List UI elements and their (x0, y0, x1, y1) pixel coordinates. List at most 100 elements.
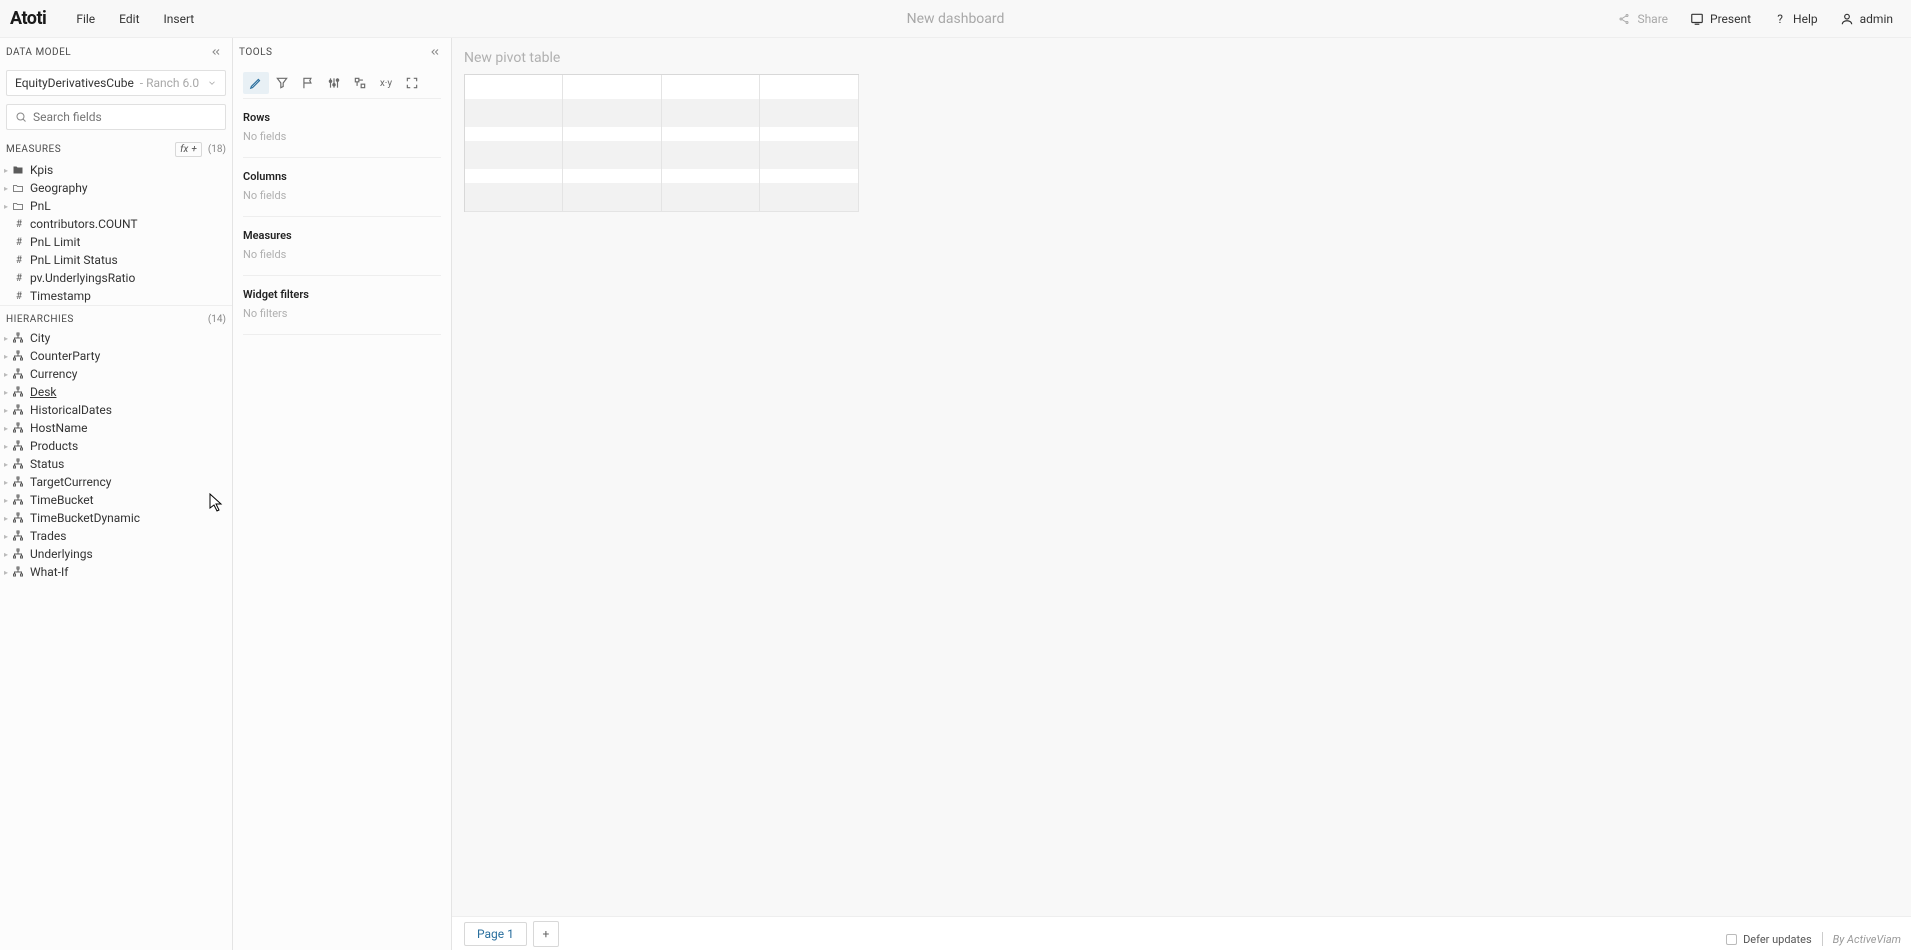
hierarchy-label: Desk (30, 385, 57, 399)
hierarchy-item[interactable]: ▸TargetCurrency (0, 473, 232, 491)
measures-count: (18) (208, 144, 226, 155)
present-icon (1690, 12, 1704, 26)
caret-icon: ▸ (4, 496, 12, 505)
hierarchy-item[interactable]: ▸TimeBucketDynamic (0, 509, 232, 527)
measure-item[interactable]: # pv.UnderlyingsRatio (0, 269, 232, 287)
share-icon (1617, 12, 1631, 26)
hierarchy-icon (12, 458, 26, 470)
hierarchy-item[interactable]: ▸Currency (0, 365, 232, 383)
collapse-data-model-button[interactable] (208, 44, 224, 60)
hierarchy-label: Currency (30, 367, 77, 381)
user-icon (1840, 12, 1854, 26)
menu-edit[interactable]: Edit (109, 8, 149, 30)
defer-label: Defer updates (1743, 933, 1812, 946)
xy-button[interactable]: x·y (373, 72, 399, 94)
measures-title: MEASURES (6, 144, 61, 155)
hierarchy-item[interactable]: ▸Status (0, 455, 232, 473)
pencil-button[interactable] (243, 72, 269, 94)
hierarchy-icon (12, 566, 26, 578)
plus-icon: + (191, 144, 197, 155)
fx-button[interactable]: fx + (175, 142, 202, 157)
hierarchy-item[interactable]: ▸HistoricalDates (0, 401, 232, 419)
hierarchy-item[interactable]: ▸ TimeBucket (0, 491, 232, 509)
hierarchy-item[interactable]: ▸HostName (0, 419, 232, 437)
axis-swap-icon (353, 76, 367, 90)
caret-icon: ▸ (4, 550, 12, 559)
hierarchies-title: HIERARCHIES (6, 314, 74, 325)
search-icon (15, 111, 27, 123)
measure-item[interactable]: ▸PnL (0, 197, 232, 215)
caret-icon: ▸ (4, 532, 12, 541)
hierarchy-label: TargetCurrency (30, 475, 111, 489)
share-button[interactable]: Share (1609, 8, 1676, 30)
widget-title[interactable]: New pivot table (464, 50, 1899, 66)
filter-button[interactable] (269, 72, 295, 94)
pivot-skeleton (464, 74, 859, 212)
sliders-button[interactable] (321, 72, 347, 94)
share-label: Share (1637, 12, 1668, 26)
measure-label: PnL Limit Status (30, 253, 118, 267)
status-bar: Defer updates By ActiveViam (1716, 928, 1911, 950)
hierarchy-icon (12, 494, 26, 506)
hierarchy-label: TimeBucket (30, 493, 94, 507)
widget-area[interactable]: New pivot table (452, 38, 1911, 916)
tools-title: TOOLS (239, 47, 272, 58)
measure-item[interactable]: ▸Kpis (0, 161, 232, 179)
expand-icon (405, 76, 419, 90)
measure-item[interactable]: #contributors.COUNT (0, 215, 232, 233)
hierarchy-item[interactable]: ▸What-If (0, 563, 232, 581)
measure-item[interactable]: #PnL Limit (0, 233, 232, 251)
tool-section-title: Rows (243, 111, 441, 124)
defer-checkbox[interactable] (1726, 934, 1737, 945)
chevron-down-icon (207, 78, 217, 88)
add-page-button[interactable]: + (533, 921, 559, 947)
tool-section[interactable]: Widget filtersNo filters (243, 276, 441, 335)
axis-swap-button[interactable] (347, 72, 373, 94)
measure-label: PnL Limit (30, 235, 80, 249)
expand-button[interactable] (399, 72, 425, 94)
flag-icon (301, 76, 315, 90)
tool-section[interactable]: MeasuresNo fields (243, 217, 441, 276)
hierarchy-icon (12, 440, 26, 452)
hierarchy-label: HostName (30, 421, 88, 435)
hierarchy-icon (12, 368, 26, 380)
measure-item[interactable]: #Timestamp (0, 287, 232, 305)
page-tab-1[interactable]: Page 1 (464, 922, 527, 946)
hierarchies-tree: ▸City▸CounterParty▸Currency▸Desk▸Histori… (0, 329, 232, 950)
canvas: New pivot table Page 1 + (452, 38, 1911, 950)
hierarchy-icon (12, 350, 26, 362)
flag-button[interactable] (295, 72, 321, 94)
menu-file[interactable]: File (66, 8, 105, 30)
measure-label: pv.UnderlyingsRatio (30, 271, 135, 285)
hierarchy-item[interactable]: ▸CounterParty (0, 347, 232, 365)
present-button[interactable]: Present (1682, 8, 1759, 30)
hierarchy-label: Trades (30, 529, 66, 543)
hierarchy-item[interactable]: ▸Underlyings (0, 545, 232, 563)
hierarchy-item[interactable]: ▸ Trades (0, 527, 232, 545)
hierarchy-icon (12, 476, 26, 488)
search-input[interactable] (33, 110, 217, 124)
hierarchy-item[interactable]: ▸City (0, 329, 232, 347)
tools-header: TOOLS (233, 38, 451, 66)
collapse-tools-button[interactable] (427, 44, 443, 60)
data-model-panel: DATA MODEL EquityDerivativesCube - Ranch… (0, 38, 233, 950)
measure-label: PnL (30, 199, 51, 213)
top-bar: Atoti File Edit Insert New dashboard Sha… (0, 0, 1911, 38)
measures-tree: ▸Kpis▸Geography▸PnL#contributors.COUNT#P… (0, 161, 232, 305)
hierarchy-item[interactable]: ▸Products (0, 437, 232, 455)
user-menu[interactable]: admin (1832, 8, 1901, 30)
hierarchy-item[interactable]: ▸Desk (0, 383, 232, 401)
tool-section-title: Measures (243, 229, 441, 242)
cube-selector[interactable]: EquityDerivativesCube - Ranch 6.0 (6, 70, 226, 96)
help-button[interactable]: ? Help (1765, 8, 1826, 30)
menu-insert[interactable]: Insert (154, 8, 205, 30)
hash-icon: # (12, 273, 26, 284)
search-fields[interactable] (6, 104, 226, 130)
dashboard-title[interactable]: New dashboard (907, 11, 1005, 27)
user-label: admin (1860, 12, 1893, 26)
tool-section[interactable]: ColumnsNo fields (243, 158, 441, 217)
measure-item[interactable]: #PnL Limit Status (0, 251, 232, 269)
tool-section[interactable]: RowsNo fields (243, 99, 441, 158)
defer-updates-toggle[interactable]: Defer updates (1726, 933, 1812, 946)
measure-item[interactable]: ▸Geography (0, 179, 232, 197)
